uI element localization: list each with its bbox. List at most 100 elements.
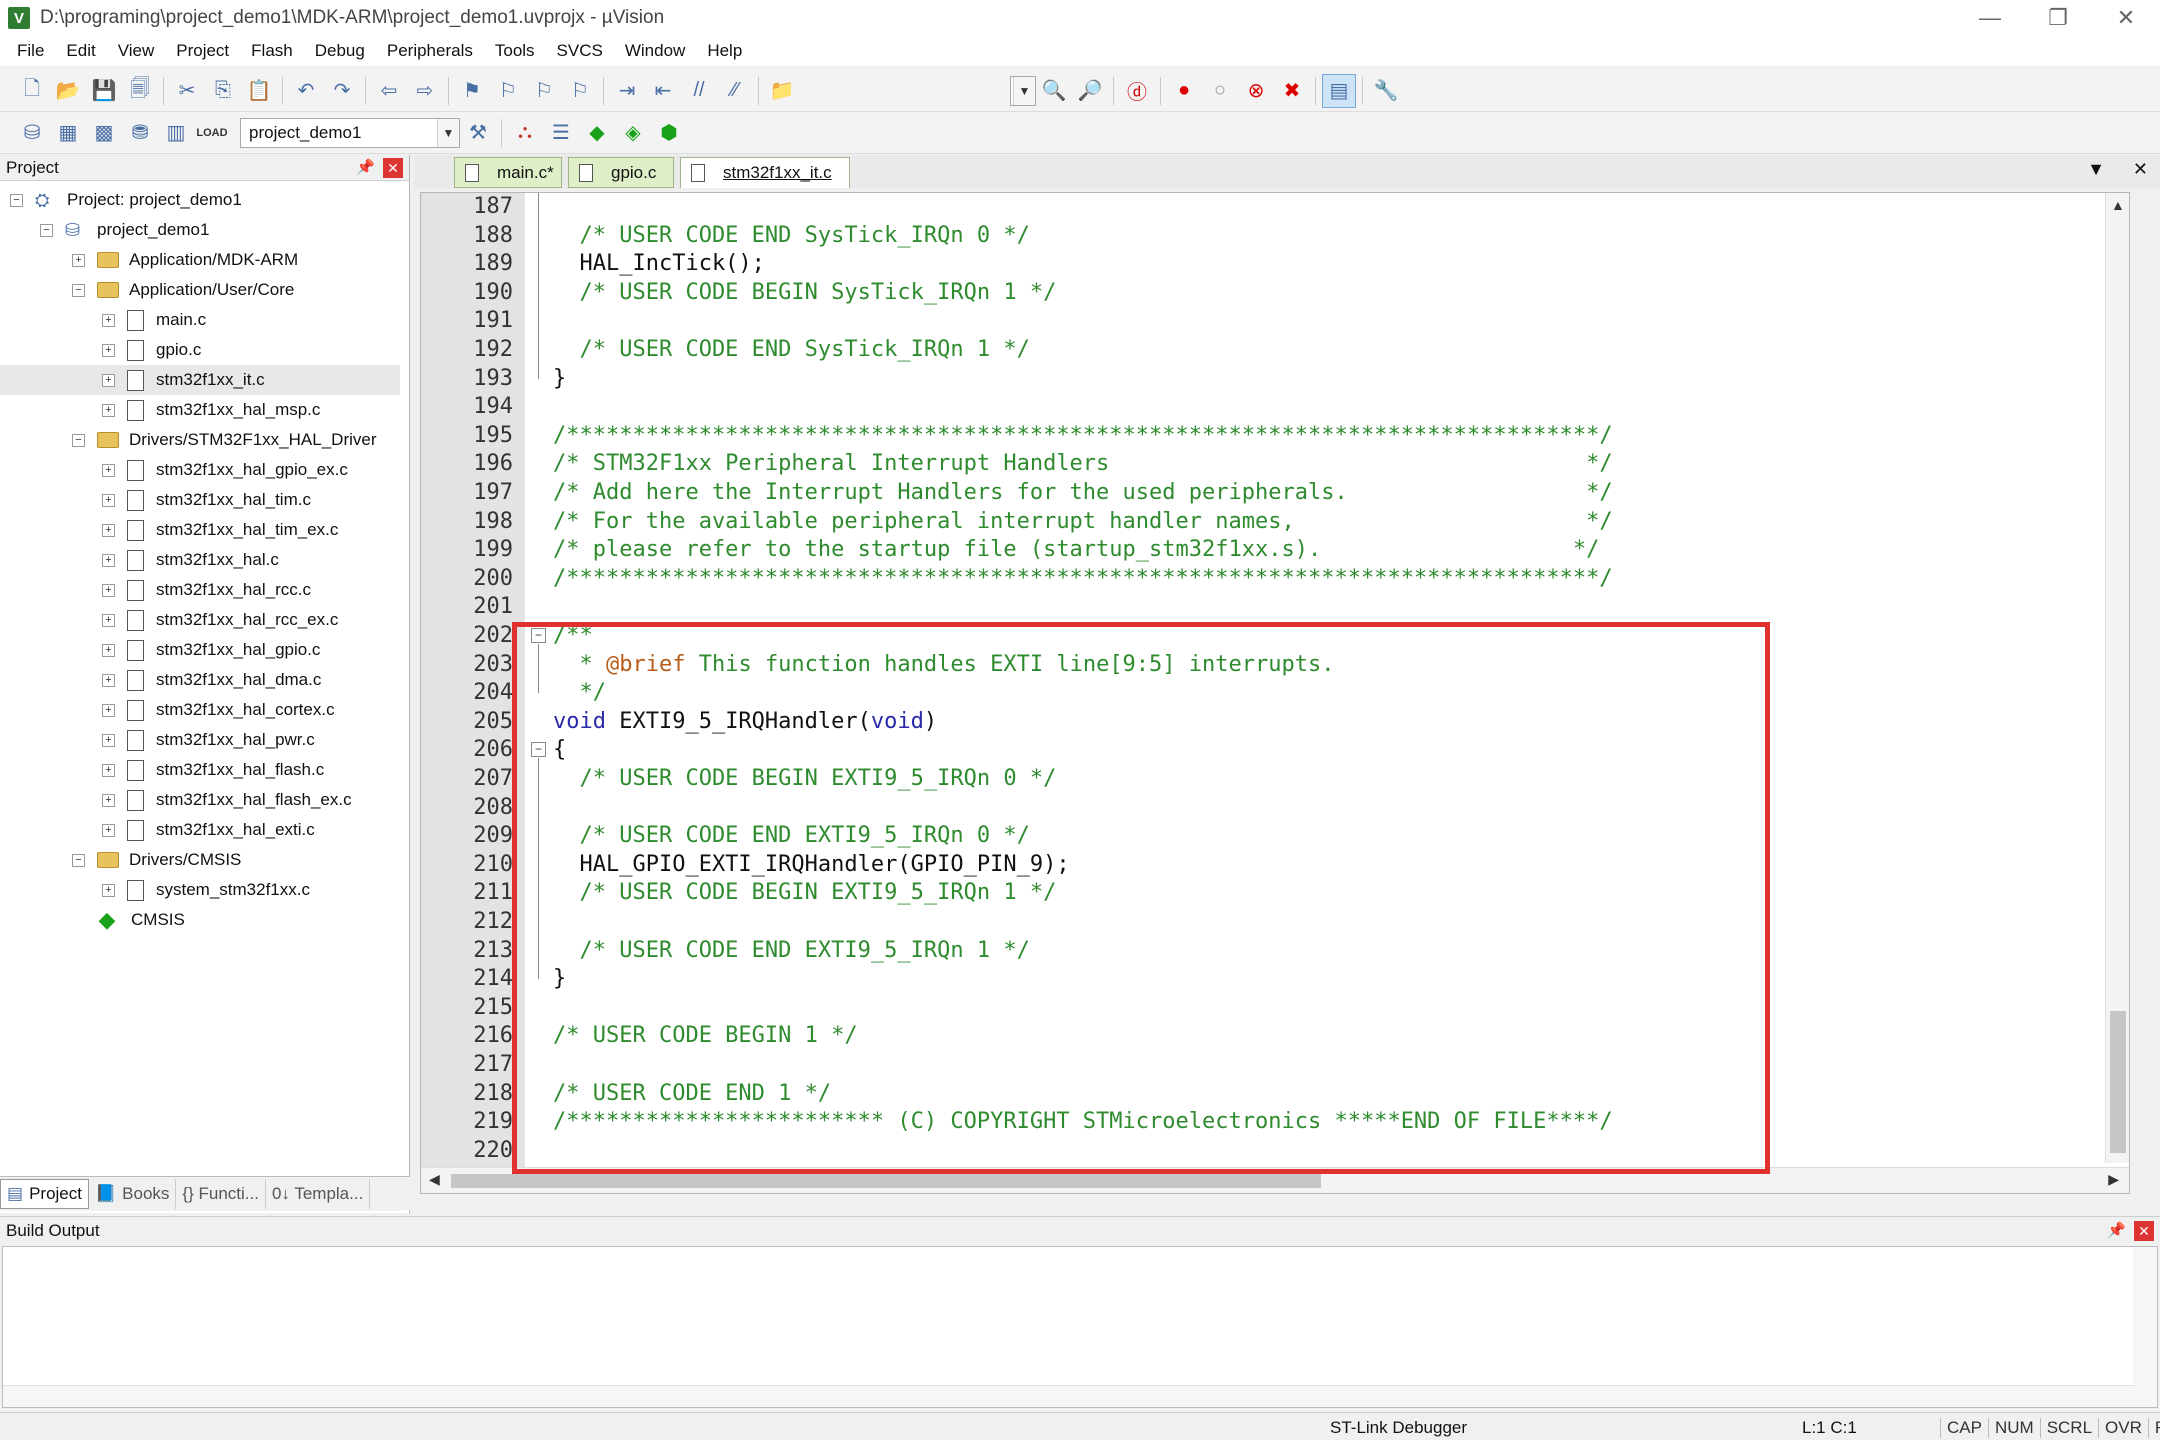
tree-item[interactable]: − ⛁ project_demo1 (0, 215, 400, 245)
download-load-icon[interactable]: LOAD (195, 116, 229, 150)
menu-debug[interactable]: Debug (304, 36, 376, 66)
kill-all-breakpoints-icon[interactable]: ✖ (1275, 74, 1309, 108)
expand-icon[interactable]: + (102, 883, 115, 897)
start-debug-icon[interactable]: ⓓ (1120, 74, 1154, 108)
uncomment-icon[interactable]: ⁄⁄ (718, 74, 752, 108)
navigate-back-icon[interactable]: ⇦ (372, 74, 406, 108)
batch-build-icon[interactable]: ⛃ (123, 116, 157, 150)
manage-run-time-environment-icon[interactable]: ◆ (580, 116, 614, 150)
tab-templates[interactable]: 0↓ Templa... (266, 1178, 371, 1209)
menu-svcs[interactable]: SVCS (546, 36, 614, 66)
code-line[interactable]: /* For the available peripheral interrup… (553, 508, 2129, 536)
code-line[interactable]: /* please refer to the startup file (sta… (553, 536, 2129, 564)
editor-vertical-scrollbar[interactable]: ▲ (2105, 193, 2129, 1163)
tree-item[interactable]: + main.c (0, 305, 400, 335)
menu-file[interactable]: File (6, 36, 55, 66)
menu-flash[interactable]: Flash (240, 36, 304, 66)
tree-item[interactable]: + stm32f1xx_hal_rcc.c (0, 575, 400, 605)
open-file-icon[interactable]: 📂 (51, 74, 85, 108)
tree-item[interactable]: + stm32f1xx_hal_dma.c (0, 665, 400, 695)
menu-view[interactable]: View (107, 36, 166, 66)
select-packs-icon[interactable]: ☰ (544, 116, 578, 150)
tree-item[interactable]: + stm32f1xx_hal_rcc_ex.c (0, 605, 400, 635)
copy-icon[interactable]: ⎘ (206, 74, 240, 108)
expand-icon[interactable]: + (102, 313, 115, 327)
tab-books[interactable]: 📘 Books (89, 1178, 177, 1209)
build-output-vertical-scrollbar[interactable] (2133, 1247, 2157, 1407)
disable-breakpoint-icon[interactable]: ○ (1203, 74, 1237, 108)
code-line[interactable]: } (553, 365, 2129, 393)
breakpoint-icon[interactable]: ● (1167, 74, 1201, 108)
tree-item[interactable]: + stm32f1xx_hal_flash_ex.c (0, 785, 400, 815)
tree-item[interactable]: + stm32f1xx_hal_exti.c (0, 815, 400, 845)
expand-icon[interactable]: + (102, 613, 115, 627)
tab-list-chevron-icon[interactable]: ▼ (2087, 159, 2105, 180)
target-options-icon[interactable]: ⚒ (461, 116, 495, 150)
find-in-files-icon[interactable]: 📁 (765, 74, 799, 108)
scroll-left-icon[interactable]: ◀ (429, 1171, 440, 1188)
close-panel-icon[interactable]: ✕ (383, 158, 403, 178)
tree-item[interactable]: + stm32f1xx_hal_cortex.c (0, 695, 400, 725)
expand-icon[interactable]: + (102, 703, 115, 717)
scroll-right-icon[interactable]: ▶ (2108, 1171, 2119, 1188)
rebuild-icon[interactable]: ▩ (87, 116, 121, 150)
manage-project-items-icon[interactable]: ⛬ (508, 116, 542, 150)
bookmark-icon[interactable]: ⚑ (455, 74, 489, 108)
tree-item[interactable]: + stm32f1xx_hal_pwr.c (0, 725, 400, 755)
expand-icon[interactable]: + (102, 373, 115, 387)
target-select[interactable]: project_demo1 ▼ (240, 117, 460, 148)
editor-tab-gpio-c[interactable]: gpio.c (568, 157, 674, 188)
close-tab-icon[interactable]: ✕ (2133, 159, 2148, 180)
collapse-icon[interactable]: − (72, 433, 85, 447)
tree-item[interactable]: − Application/User/Core (0, 275, 400, 305)
code-line[interactable] (553, 193, 2129, 221)
code-line[interactable]: /* USER CODE BEGIN SysTick_IRQn 1 */ (553, 279, 2129, 307)
prev-bookmark-icon[interactable]: ⚐ (491, 74, 525, 108)
code-line[interactable]: /* STM32F1xx Peripheral Interrupt Handle… (553, 450, 2129, 478)
editor-tab-stm32f1xx-it-c[interactable]: stm32f1xx_it.c (680, 157, 850, 188)
build-icon[interactable]: ▦ (51, 116, 85, 150)
code-line[interactable]: HAL_IncTick(); (553, 250, 2129, 278)
incremental-find-icon[interactable]: 🔎 (1073, 74, 1107, 108)
tree-item[interactable]: + stm32f1xx_hal_gpio.c (0, 635, 400, 665)
editor-tab-main-c-[interactable]: main.c* (454, 157, 562, 188)
scroll-thumb[interactable] (2110, 1011, 2126, 1153)
expand-icon[interactable]: + (102, 733, 115, 747)
expand-icon[interactable]: + (102, 583, 115, 597)
tree-item[interactable]: + stm32f1xx_hal_msp.c (0, 395, 400, 425)
menu-edit[interactable]: Edit (55, 36, 106, 66)
code-line[interactable]: /***************************************… (553, 565, 2129, 593)
code-line[interactable]: /* USER CODE END SysTick_IRQn 0 */ (553, 222, 2129, 250)
save-icon[interactable]: 💾 (87, 74, 121, 108)
next-bookmark-icon[interactable]: ⚐ (527, 74, 561, 108)
tree-item[interactable]: ◆ CMSIS (0, 905, 400, 935)
code-line[interactable] (553, 393, 2129, 421)
paste-icon[interactable]: 📋 (242, 74, 276, 108)
expand-icon[interactable]: + (102, 763, 115, 777)
build-output-text[interactable] (2, 1246, 2158, 1408)
comment-icon[interactable]: // (682, 74, 716, 108)
pack-installer-icon[interactable]: ◈ (616, 116, 650, 150)
tree-item[interactable]: + stm32f1xx_hal_gpio_ex.c (0, 455, 400, 485)
tree-item[interactable]: + stm32f1xx_hal_flash.c (0, 755, 400, 785)
menu-tools[interactable]: Tools (484, 36, 546, 66)
navigate-forward-icon[interactable]: ⇨ (408, 74, 442, 108)
unindent-icon[interactable]: ⇤ (646, 74, 680, 108)
close-window-button[interactable]: ✕ (2092, 0, 2160, 36)
window-layout-icon[interactable]: ▤ (1322, 73, 1356, 108)
tree-item[interactable]: + gpio.c (0, 335, 400, 365)
close-panel-icon[interactable]: ✕ (2134, 1221, 2154, 1241)
new-file-icon[interactable]: 🗋 (15, 74, 49, 108)
expand-icon[interactable]: + (102, 463, 115, 477)
undo-icon[interactable]: ↶ (289, 74, 323, 108)
disable-all-breakpoints-icon[interactable]: ⊗ (1239, 74, 1273, 108)
cut-icon[interactable]: ✂ (170, 74, 204, 108)
expand-icon[interactable]: + (102, 553, 115, 567)
redo-icon[interactable]: ↷ (325, 74, 359, 108)
menu-peripherals[interactable]: Peripherals (376, 36, 484, 66)
expand-icon[interactable]: + (102, 403, 115, 417)
tree-item[interactable]: + system_stm32f1xx.c (0, 875, 400, 905)
menu-help[interactable]: Help (696, 36, 753, 66)
tree-item[interactable]: + Application/MDK-ARM (0, 245, 400, 275)
pin-icon[interactable]: 📌 (356, 158, 375, 176)
